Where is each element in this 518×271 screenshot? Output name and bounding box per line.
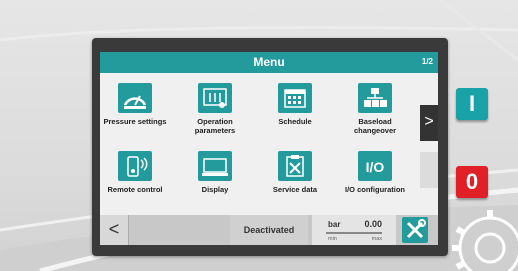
title-bar: Menu 1/2 (100, 52, 438, 73)
menu-item-service-data[interactable]: Service data (260, 151, 330, 194)
clipboard-tools-icon (278, 151, 312, 181)
pressure-unit: bar (328, 220, 341, 229)
scroll-indicator (420, 152, 438, 188)
next-page-button[interactable]: > (420, 105, 438, 141)
tile-label: Remote control (107, 185, 163, 194)
tile-label: Schedule (278, 117, 312, 126)
pressure-readout: bar 0.00 min max (312, 215, 396, 245)
pressure-bar (326, 232, 382, 234)
tools-button[interactable] (402, 217, 428, 243)
operation-parameters-icon (198, 83, 232, 113)
svg-text:I/O: I/O (366, 159, 385, 175)
tile-label: Display (201, 185, 229, 194)
tile-label: Operation parameters (194, 117, 236, 135)
tile-label: Service data (272, 185, 318, 194)
page-indicator: 1/2 (421, 57, 433, 66)
baseload-changeover-icon (358, 83, 392, 113)
menu-item-pressure-settings[interactable]: Pressure settings (100, 83, 170, 126)
menu-item-remote-control[interactable]: Remote control (100, 151, 170, 194)
status-bar: < Deactivated bar 0.00 min max (100, 215, 438, 245)
pressure-min-label: min (328, 236, 337, 242)
pressure-value: 0.00 (364, 219, 382, 229)
menu-item-baseload-changeover[interactable]: Baseload changeover (340, 83, 410, 135)
stop-button[interactable]: 0 (456, 166, 488, 198)
page-title: Menu (253, 55, 285, 69)
pressure-max-label: max (371, 236, 382, 242)
start-button[interactable]: I (456, 88, 488, 120)
tile-label: Baseload changeover (353, 117, 397, 135)
pressure-gauge-icon (118, 83, 152, 113)
status-text: Deactivated (230, 215, 308, 245)
menu-item-display[interactable]: Display (180, 151, 250, 194)
menu-item-io-configuration[interactable]: I/O I/O configuration (340, 151, 410, 194)
calendar-icon (278, 83, 312, 113)
tile-label: Pressure settings (103, 117, 167, 126)
menu-item-schedule[interactable]: Schedule (260, 83, 330, 126)
io-icon: I/O (358, 151, 392, 181)
display-icon (198, 151, 232, 181)
wrench-screwdriver-icon (406, 219, 426, 239)
remote-control-icon (118, 151, 152, 181)
menu-grid: Pressure settings Operation parameters S… (100, 73, 418, 213)
back-button[interactable]: < (100, 215, 129, 245)
touch-screen: Menu 1/2 Pressure settings Operation par… (100, 52, 438, 245)
menu-item-operation-parameters[interactable]: Operation parameters (180, 83, 250, 135)
tile-label: I/O configuration (345, 185, 405, 194)
